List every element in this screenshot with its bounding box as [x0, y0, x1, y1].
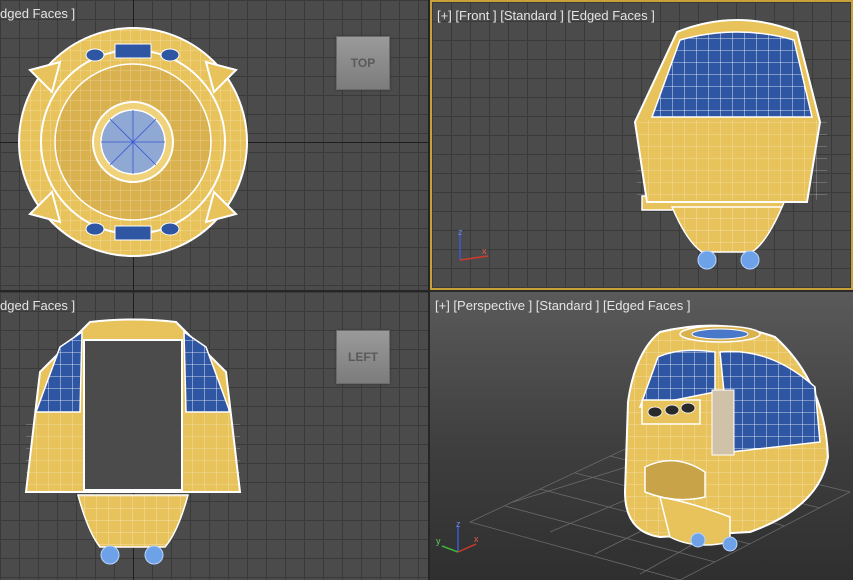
viewport-label-top[interactable]: dged Faces ] — [0, 6, 75, 21]
pod-front-view[interactable] — [432, 2, 853, 290]
axis-label-x: x — [474, 534, 479, 544]
viewcube-left[interactable]: LEFT — [336, 330, 390, 384]
viewport-label-left[interactable]: dged Faces ] — [0, 298, 75, 313]
axis-label-z: z — [456, 520, 461, 529]
axis-gizmo-perspective: z x y — [436, 520, 479, 553]
pod-perspective-view[interactable] — [430, 292, 853, 580]
viewport-left[interactable]: dged Faces ] LEFT — [0, 292, 428, 580]
axis-label-z: z — [458, 228, 463, 237]
viewport-front[interactable]: [+] [Front ] [Standard ] [Edged Faces ] … — [430, 0, 853, 290]
viewport-label-perspective[interactable]: [+] [Perspective ] [Standard ] [Edged Fa… — [435, 298, 690, 313]
viewport-perspective[interactable]: [+] [Perspective ] [Standard ] [Edged Fa… — [430, 292, 853, 580]
viewport-label-front[interactable]: [+] [Front ] [Standard ] [Edged Faces ] — [437, 8, 655, 23]
axis-gizmo-front: z x — [458, 228, 489, 261]
axis-label-y: y — [436, 536, 441, 546]
viewcube-top[interactable]: TOP — [336, 36, 390, 90]
viewport-divider-vertical[interactable] — [428, 0, 430, 580]
viewport-divider-horizontal[interactable] — [0, 290, 428, 292]
axis-label-x: x — [482, 246, 487, 256]
viewport-top[interactable]: dged Faces ] TOP — [0, 0, 428, 290]
